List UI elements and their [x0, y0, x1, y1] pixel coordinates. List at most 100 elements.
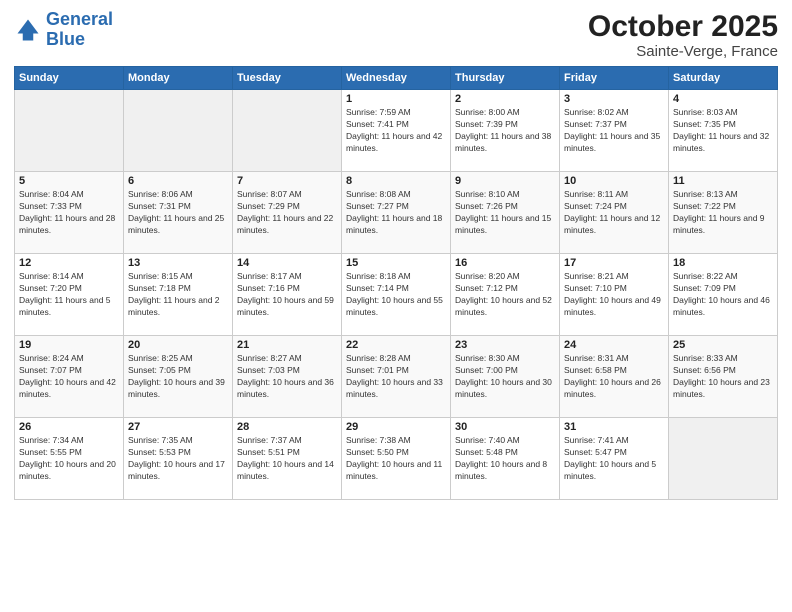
day-info: Sunrise: 8:10 AM Sunset: 7:26 PM Dayligh… [455, 189, 555, 237]
calendar-cell: 30 Sunrise: 7:40 AM Sunset: 5:48 PM Dayli… [451, 418, 560, 500]
calendar-week-row: 1Sunrise: 7:59 AM Sunset: 7:41 PM Daylig… [15, 90, 778, 172]
calendar-cell: 16 Sunrise: 8:20 AM Sunset: 7:12 PM Dayli… [451, 254, 560, 336]
logo-line2: Blue [46, 29, 85, 49]
calendar-table: Sunday Monday Tuesday Wednesday Thursday… [14, 66, 778, 500]
page: General Blue October 2025 Sainte-Verge, … [0, 0, 792, 612]
calendar-cell: 19Sunrise: 8:24 AM Sunset: 7:07 PM Dayli… [15, 336, 124, 418]
calendar-body: 1Sunrise: 7:59 AM Sunset: 7:41 PM Daylig… [15, 90, 778, 500]
day-number: 28 [237, 421, 337, 433]
calendar-cell: 13Sunrise: 8:15 AM Sunset: 7:18 PM Dayli… [124, 254, 233, 336]
day-number: 27 [128, 421, 228, 433]
calendar-cell [669, 418, 778, 500]
title-block: October 2025 Sainte-Verge, France [588, 10, 778, 60]
calendar-cell: 6 Sunrise: 8:06 AM Sunset: 7:31 PM Daylig… [124, 172, 233, 254]
day-info: Sunrise: 7:34 AM Sunset: 5:55 PM Dayligh… [19, 435, 119, 483]
calendar-cell: 17Sunrise: 8:21 AM Sunset: 7:10 PM Dayli… [560, 254, 669, 336]
day-info: Sunrise: 8:27 AM Sunset: 7:03 PM Dayligh… [237, 353, 337, 401]
weekday-header-row: Sunday Monday Tuesday Wednesday Thursday… [15, 67, 778, 90]
day-info: Sunrise: 8:02 AM Sunset: 7:37 PM Dayligh… [564, 107, 664, 155]
calendar-week-row: 12 Sunrise: 8:14 AM Sunset: 7:20 PM Dayli… [15, 254, 778, 336]
day-info: Sunrise: 8:03 AM Sunset: 7:35 PM Dayligh… [673, 107, 773, 155]
calendar-cell [124, 90, 233, 172]
calendar-cell: 26 Sunrise: 7:34 AM Sunset: 5:55 PM Dayli… [15, 418, 124, 500]
calendar-cell: 5 Sunrise: 8:04 AM Sunset: 7:33 PM Daylig… [15, 172, 124, 254]
calendar-cell: 22 Sunrise: 8:28 AM Sunset: 7:01 PM Dayli… [342, 336, 451, 418]
day-number: 12 [19, 257, 119, 269]
logo-text: General Blue [46, 10, 113, 50]
day-number: 15 [346, 257, 446, 269]
calendar-cell: 27Sunrise: 7:35 AM Sunset: 5:53 PM Dayli… [124, 418, 233, 500]
calendar-cell: 31Sunrise: 7:41 AM Sunset: 5:47 PM Dayli… [560, 418, 669, 500]
calendar-cell: 10 Sunrise: 8:11 AM Sunset: 7:24 PM Dayli… [560, 172, 669, 254]
calendar-cell: 3 Sunrise: 8:02 AM Sunset: 7:37 PM Daylig… [560, 90, 669, 172]
day-info: Sunrise: 8:21 AM Sunset: 7:10 PM Dayligh… [564, 271, 664, 319]
day-number: 23 [455, 339, 555, 351]
day-info: Sunrise: 8:08 AM Sunset: 7:27 PM Dayligh… [346, 189, 446, 237]
calendar-cell: 20 Sunrise: 8:25 AM Sunset: 7:05 PM Dayli… [124, 336, 233, 418]
logo-icon [14, 16, 42, 44]
day-number: 24 [564, 339, 664, 351]
calendar-cell [15, 90, 124, 172]
calendar-cell: 8Sunrise: 8:08 AM Sunset: 7:27 PM Daylig… [342, 172, 451, 254]
day-number: 2 [455, 93, 555, 105]
day-number: 16 [455, 257, 555, 269]
calendar-cell: 2 Sunrise: 8:00 AM Sunset: 7:39 PM Daylig… [451, 90, 560, 172]
day-info: Sunrise: 8:06 AM Sunset: 7:31 PM Dayligh… [128, 189, 228, 237]
month-title: October 2025 [588, 10, 778, 43]
calendar-cell: 14Sunrise: 8:17 AM Sunset: 7:16 PM Dayli… [233, 254, 342, 336]
calendar-week-row: 19Sunrise: 8:24 AM Sunset: 7:07 PM Dayli… [15, 336, 778, 418]
day-info: Sunrise: 8:28 AM Sunset: 7:01 PM Dayligh… [346, 353, 446, 401]
day-number: 5 [19, 175, 119, 187]
day-info: Sunrise: 8:17 AM Sunset: 7:16 PM Dayligh… [237, 271, 337, 319]
day-number: 13 [128, 257, 228, 269]
day-number: 10 [564, 175, 664, 187]
day-info: Sunrise: 8:13 AM Sunset: 7:22 PM Dayligh… [673, 189, 773, 237]
day-info: Sunrise: 8:18 AM Sunset: 7:14 PM Dayligh… [346, 271, 446, 319]
day-number: 18 [673, 257, 773, 269]
day-number: 3 [564, 93, 664, 105]
day-info: Sunrise: 8:11 AM Sunset: 7:24 PM Dayligh… [564, 189, 664, 237]
day-info: Sunrise: 8:04 AM Sunset: 7:33 PM Dayligh… [19, 189, 119, 237]
calendar-week-row: 26 Sunrise: 7:34 AM Sunset: 5:55 PM Dayli… [15, 418, 778, 500]
day-info: Sunrise: 7:41 AM Sunset: 5:47 PM Dayligh… [564, 435, 664, 483]
day-info: Sunrise: 8:30 AM Sunset: 7:00 PM Dayligh… [455, 353, 555, 401]
calendar-cell: 28 Sunrise: 7:37 AM Sunset: 5:51 PM Dayli… [233, 418, 342, 500]
day-number: 30 [455, 421, 555, 433]
location-title: Sainte-Verge, France [588, 43, 778, 60]
day-info: Sunrise: 8:07 AM Sunset: 7:29 PM Dayligh… [237, 189, 337, 237]
day-info: Sunrise: 8:14 AM Sunset: 7:20 PM Dayligh… [19, 271, 119, 319]
day-number: 6 [128, 175, 228, 187]
day-number: 29 [346, 421, 446, 433]
day-number: 26 [19, 421, 119, 433]
day-info: Sunrise: 7:37 AM Sunset: 5:51 PM Dayligh… [237, 435, 337, 483]
header-saturday: Saturday [669, 67, 778, 90]
day-info: Sunrise: 8:00 AM Sunset: 7:39 PM Dayligh… [455, 107, 555, 155]
day-info: Sunrise: 8:31 AM Sunset: 6:58 PM Dayligh… [564, 353, 664, 401]
calendar-cell: 23 Sunrise: 8:30 AM Sunset: 7:00 PM Dayli… [451, 336, 560, 418]
calendar-cell [233, 90, 342, 172]
day-number: 22 [346, 339, 446, 351]
calendar-week-row: 5 Sunrise: 8:04 AM Sunset: 7:33 PM Daylig… [15, 172, 778, 254]
header-tuesday: Tuesday [233, 67, 342, 90]
calendar-cell: 11 Sunrise: 8:13 AM Sunset: 7:22 PM Dayli… [669, 172, 778, 254]
day-number: 1 [346, 93, 446, 105]
calendar-cell: 1Sunrise: 7:59 AM Sunset: 7:41 PM Daylig… [342, 90, 451, 172]
header-sunday: Sunday [15, 67, 124, 90]
day-number: 7 [237, 175, 337, 187]
day-info: Sunrise: 8:33 AM Sunset: 6:56 PM Dayligh… [673, 353, 773, 401]
calendar-cell: 18 Sunrise: 8:22 AM Sunset: 7:09 PM Dayli… [669, 254, 778, 336]
calendar-cell: 12 Sunrise: 8:14 AM Sunset: 7:20 PM Dayli… [15, 254, 124, 336]
day-number: 20 [128, 339, 228, 351]
day-info: Sunrise: 7:40 AM Sunset: 5:48 PM Dayligh… [455, 435, 555, 483]
day-number: 25 [673, 339, 773, 351]
day-info: Sunrise: 8:25 AM Sunset: 7:05 PM Dayligh… [128, 353, 228, 401]
calendar-cell: 7 Sunrise: 8:07 AM Sunset: 7:29 PM Daylig… [233, 172, 342, 254]
day-info: Sunrise: 8:22 AM Sunset: 7:09 PM Dayligh… [673, 271, 773, 319]
day-info: Sunrise: 8:20 AM Sunset: 7:12 PM Dayligh… [455, 271, 555, 319]
header-monday: Monday [124, 67, 233, 90]
calendar-cell: 15 Sunrise: 8:18 AM Sunset: 7:14 PM Dayli… [342, 254, 451, 336]
header-wednesday: Wednesday [342, 67, 451, 90]
calendar-cell: 29 Sunrise: 7:38 AM Sunset: 5:50 PM Dayli… [342, 418, 451, 500]
day-info: Sunrise: 7:38 AM Sunset: 5:50 PM Dayligh… [346, 435, 446, 483]
day-number: 11 [673, 175, 773, 187]
